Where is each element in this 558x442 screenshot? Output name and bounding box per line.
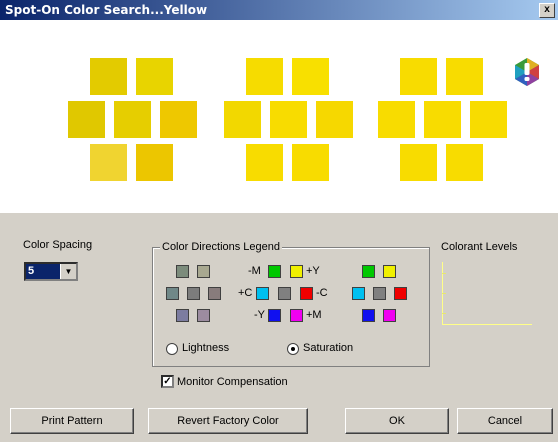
color-swatch[interactable] xyxy=(90,144,127,181)
legend-swatch-gray xyxy=(176,265,189,278)
color-swatch[interactable] xyxy=(292,144,329,181)
checkmark-icon: ✓ xyxy=(163,376,172,387)
color-spacing-value: 5 xyxy=(26,264,60,279)
color-spacing-dropdown[interactable]: 5 ▼ xyxy=(24,262,78,281)
title-bar[interactable]: Spot-On Color Search...Yellow x xyxy=(0,0,558,20)
colorant-tick xyxy=(442,313,446,314)
radio-selected-dot xyxy=(291,347,295,351)
lightness-radio-label[interactable]: Lightness xyxy=(182,342,229,354)
colorant-levels-baseline xyxy=(442,324,532,325)
color-swatch[interactable] xyxy=(470,101,507,138)
lightness-radio[interactable] xyxy=(166,343,178,355)
color-swatch[interactable] xyxy=(114,101,151,138)
legend-swatch-gray-center xyxy=(373,287,386,300)
monitor-compensation-label[interactable]: Monitor Compensation xyxy=(177,376,288,388)
legend-swatch-gray xyxy=(208,287,221,300)
color-swatch[interactable] xyxy=(68,101,105,138)
swatch-group-right xyxy=(378,58,508,183)
color-swatch[interactable] xyxy=(246,144,283,181)
color-swatch[interactable] xyxy=(292,58,329,95)
cancel-button[interactable]: Cancel xyxy=(457,408,553,434)
color-swatch[interactable] xyxy=(90,58,127,95)
color-swatch[interactable] xyxy=(446,58,483,95)
legend-swatch-red xyxy=(300,287,313,300)
colorant-levels-label: Colorant Levels xyxy=(441,241,518,253)
legend-swatch-cyan xyxy=(256,287,269,300)
legend-swatch-blue xyxy=(362,309,375,322)
revert-factory-color-button[interactable]: Revert Factory Color xyxy=(148,408,308,434)
legend-label-minus-m: -M xyxy=(248,265,261,277)
legend-swatch-gray xyxy=(166,287,179,300)
color-swatch[interactable] xyxy=(316,101,353,138)
color-spacing-label: Color Spacing xyxy=(23,239,93,251)
colorant-tick xyxy=(442,293,446,294)
chevron-down-icon[interactable]: ▼ xyxy=(60,264,76,279)
color-swatch[interactable] xyxy=(446,144,483,181)
swatch-group-middle xyxy=(224,58,354,183)
legend-swatch-yellow xyxy=(290,265,303,278)
legend-swatch-gray xyxy=(187,287,200,300)
legend-label-minus-y: -Y xyxy=(254,309,265,321)
color-swatch[interactable] xyxy=(136,58,173,95)
legend-swatch-gray-center xyxy=(278,287,291,300)
legend-swatch-yellow xyxy=(383,265,396,278)
color-swatch[interactable] xyxy=(400,144,437,181)
legend-label-plus-y: +Y xyxy=(306,265,320,277)
color-swatch[interactable] xyxy=(424,101,461,138)
ok-button[interactable]: OK xyxy=(345,408,449,434)
swatch-group-left xyxy=(68,58,198,183)
color-directions-legend-title: Color Directions Legend xyxy=(160,241,283,253)
color-swatch[interactable] xyxy=(224,101,261,138)
color-swatch[interactable] xyxy=(378,101,415,138)
color-swatch[interactable] xyxy=(400,58,437,95)
monitor-compensation-checkbox[interactable]: ✓ xyxy=(161,375,174,388)
legend-swatch-gray xyxy=(176,309,189,322)
legend-label-minus-c: -C xyxy=(316,287,328,299)
legend-swatch-red xyxy=(394,287,407,300)
print-pattern-button[interactable]: Print Pattern xyxy=(10,408,134,434)
saturation-radio[interactable] xyxy=(287,343,299,355)
color-swatch[interactable] xyxy=(270,101,307,138)
color-swatch[interactable] xyxy=(246,58,283,95)
saturation-radio-label[interactable]: Saturation xyxy=(303,342,353,354)
color-swatch[interactable] xyxy=(136,144,173,181)
legend-swatch-green xyxy=(362,265,375,278)
legend-swatch-blue xyxy=(268,309,281,322)
hexagon-logo-icon xyxy=(515,58,539,86)
legend-label-plus-m: +M xyxy=(306,309,322,321)
legend-swatch-gray xyxy=(197,265,210,278)
legend-swatch-cyan xyxy=(352,287,365,300)
swatch-preview-area xyxy=(0,20,558,213)
legend-swatch-magenta xyxy=(383,309,396,322)
legend-swatch-gray xyxy=(197,309,210,322)
legend-label-plus-c: +C xyxy=(238,287,253,299)
close-button[interactable]: x xyxy=(539,3,555,18)
close-icon: x xyxy=(544,4,550,15)
legend-swatch-green xyxy=(268,265,281,278)
color-swatch[interactable] xyxy=(160,101,197,138)
colorant-tick xyxy=(442,273,446,274)
legend-swatch-magenta xyxy=(290,309,303,322)
window-title: Spot-On Color Search...Yellow xyxy=(5,3,208,17)
